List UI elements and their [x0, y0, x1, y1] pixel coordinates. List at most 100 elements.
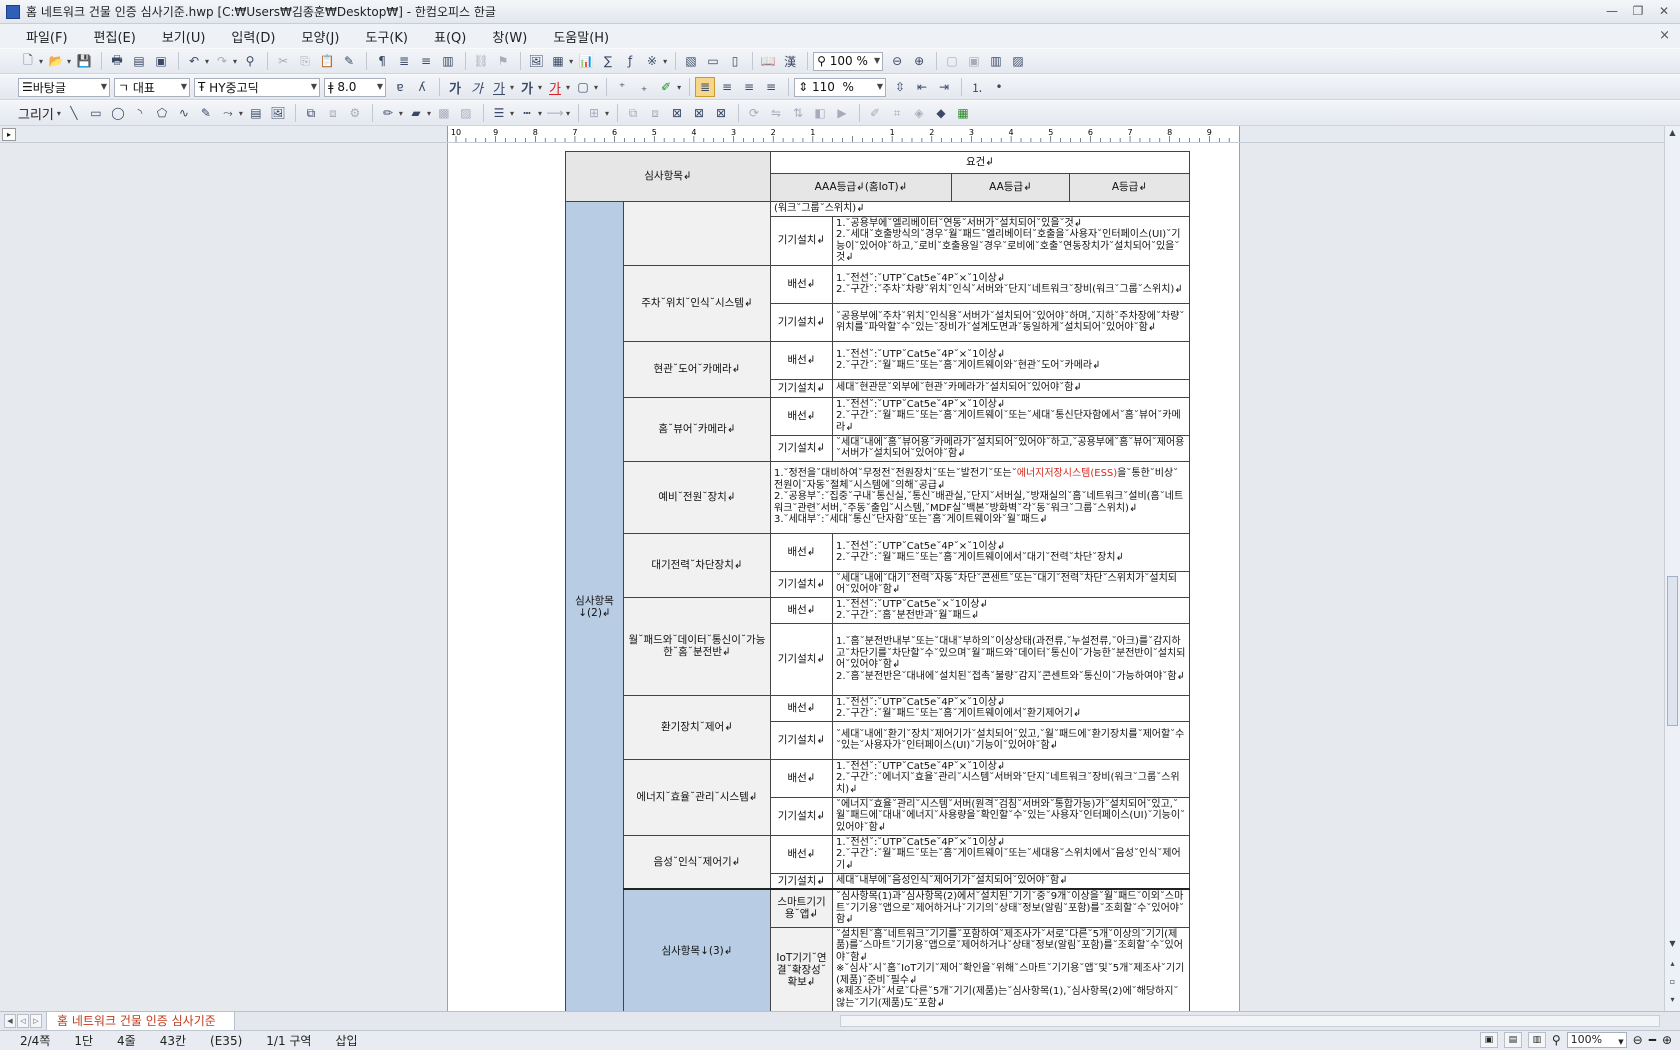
- rotate-icon[interactable]: ⟳: [744, 103, 764, 123]
- shape-style-icon[interactable]: ◈: [909, 103, 929, 123]
- ruler-toggle-icon[interactable]: ▸: [2, 128, 16, 141]
- ellipse-tool-icon[interactable]: ◯: [108, 103, 128, 123]
- tab-first-icon[interactable]: ◀: [4, 1014, 16, 1028]
- insert-equation-icon[interactable]: ∑: [598, 51, 618, 71]
- footnote-icon[interactable]: ▯: [725, 51, 745, 71]
- zoom-in-icon[interactable]: ⊕: [909, 51, 929, 71]
- line-tool-icon[interactable]: ╲: [64, 103, 84, 123]
- frame2-icon[interactable]: ⊠: [689, 103, 709, 123]
- play-icon[interactable]: ▶: [832, 103, 852, 123]
- zoom-out-icon[interactable]: ⊖: [887, 51, 907, 71]
- align-left-icon[interactable]: ≡: [717, 77, 737, 97]
- menu-help[interactable]: 도움말(H): [553, 27, 609, 46]
- arc-tool-icon[interactable]: ◝: [130, 103, 150, 123]
- char-border-icon[interactable]: ▢: [573, 77, 593, 97]
- tab-prev-icon[interactable]: ◁: [17, 1014, 29, 1028]
- menu-file[interactable]: 파일(F): [26, 27, 68, 46]
- pen-tool-icon[interactable]: ✎: [196, 103, 216, 123]
- send-back-icon[interactable]: ⧈: [645, 103, 665, 123]
- align-objects-icon[interactable]: ⊞: [584, 103, 604, 123]
- menu-insert[interactable]: 입력(D): [231, 27, 275, 46]
- prev-page-icon[interactable]: ▴: [1665, 957, 1680, 971]
- open-folder-icon[interactable]: 📂: [46, 51, 66, 71]
- object-gallery-icon[interactable]: ◆: [931, 103, 951, 123]
- full-page-icon[interactable]: ▢: [942, 51, 962, 71]
- find-icon[interactable]: ⚲: [240, 51, 260, 71]
- zoom-in-status-icon[interactable]: ⊕: [1662, 1033, 1672, 1047]
- dictionary-icon[interactable]: 📖: [758, 51, 778, 71]
- horizontal-ruler[interactable]: 1098765432112345678910: [447, 126, 1240, 142]
- font-size-decrease-icon[interactable]: ɐ: [390, 77, 410, 97]
- align-center-icon[interactable]: ≡: [739, 77, 759, 97]
- format-painter-icon[interactable]: ✎: [339, 51, 359, 71]
- menu-tools[interactable]: 도구(K): [365, 27, 408, 46]
- hyperlink-icon[interactable]: ⛓: [471, 51, 491, 71]
- justify-icon[interactable]: ≣: [695, 77, 716, 97]
- numbered-list-icon[interactable]: ⒈: [967, 77, 987, 97]
- paste-icon[interactable]: 📋: [317, 51, 337, 71]
- frame-icon[interactable]: ⊠: [667, 103, 687, 123]
- bring-front-icon[interactable]: ⧉: [623, 103, 643, 123]
- zoom-select[interactable]: ⚲ 100 % ▼: [813, 51, 884, 71]
- menu-view[interactable]: 보기(U): [162, 27, 206, 46]
- pdf-save-icon[interactable]: ▣: [151, 51, 171, 71]
- tab-next-icon[interactable]: ▷: [30, 1014, 42, 1028]
- edit-points-icon[interactable]: ✐: [865, 103, 885, 123]
- picture-tool-icon[interactable]: 🖼: [268, 103, 288, 123]
- insert-picture-icon[interactable]: 🖼: [526, 51, 546, 71]
- rectangle-tool-icon[interactable]: ▭: [86, 103, 106, 123]
- draw-menu[interactable]: 그리기: [18, 104, 54, 123]
- superscript-icon[interactable]: ⁺: [612, 77, 632, 97]
- copy-icon[interactable]: ⎘: [295, 51, 315, 71]
- page-layout-icon[interactable]: ▧: [681, 51, 701, 71]
- flip-v-icon[interactable]: ⇅: [788, 103, 808, 123]
- connector-tool-icon[interactable]: ⤳: [218, 103, 238, 123]
- arrow-style-icon[interactable]: ⟶: [545, 103, 565, 123]
- page-width-icon[interactable]: ▥: [986, 51, 1006, 71]
- polygon-tool-icon[interactable]: ⬠: [152, 103, 172, 123]
- zoom-out-status-icon[interactable]: ⊖: [1633, 1033, 1643, 1047]
- zoom-slider-icon[interactable]: ━: [1649, 1033, 1656, 1047]
- page-icon[interactable]: ▫: [1665, 975, 1680, 989]
- strikethrough-button[interactable]: 가: [517, 77, 537, 97]
- redo-icon[interactable]: ↷: [212, 51, 232, 71]
- document-close-icon[interactable]: ×: [1659, 28, 1670, 43]
- insert-table-icon[interactable]: ▦: [548, 51, 568, 71]
- menu-format[interactable]: 모양(J): [302, 27, 340, 46]
- crop-icon[interactable]: ⌗: [887, 103, 907, 123]
- font-size-increase-icon[interactable]: ʎ: [412, 77, 432, 97]
- maximize-button[interactable]: ❐: [1630, 3, 1646, 19]
- outline-view-icon[interactable]: ▤: [1503, 1032, 1522, 1048]
- curve-tool-icon[interactable]: ∿: [174, 103, 194, 123]
- object-props-icon[interactable]: ⚙: [345, 103, 365, 123]
- font-size-select[interactable]: ǂ 8.0 ▼: [324, 77, 386, 97]
- textbox-tool-icon[interactable]: ▤: [246, 103, 266, 123]
- document-tab[interactable]: 홈 네트워크 건물 인증 심사기준: [46, 1012, 235, 1031]
- underline-button[interactable]: 가: [489, 77, 509, 97]
- multi-column-icon[interactable]: ▥: [438, 51, 458, 71]
- ungroup-icon[interactable]: ⧈: [323, 103, 343, 123]
- header-footer-icon[interactable]: ▭: [703, 51, 723, 71]
- flip-h-icon[interactable]: ⇋: [766, 103, 786, 123]
- mirror-icon[interactable]: ◧: [810, 103, 830, 123]
- italic-button[interactable]: 가: [467, 77, 487, 97]
- menu-table[interactable]: 표(Q): [434, 27, 466, 46]
- print-icon[interactable]: 🖶: [107, 51, 127, 71]
- line-spacing-select[interactable]: ⇕ 110 % ▼: [794, 77, 887, 97]
- save-icon[interactable]: 💾: [74, 51, 94, 71]
- page-view-icon[interactable]: ▥: [1527, 1032, 1546, 1048]
- style-select[interactable]: ☰ 바탕글 ▼: [18, 77, 110, 97]
- bold-button[interactable]: 가: [445, 77, 465, 97]
- fill-color-icon[interactable]: ▰: [406, 103, 426, 123]
- minimize-button[interactable]: —: [1604, 3, 1620, 19]
- style-icon[interactable]: ¶: [372, 51, 392, 71]
- new-document-icon[interactable]: 🗋: [18, 51, 38, 71]
- next-page-icon[interactable]: ▾: [1665, 993, 1680, 1007]
- line-thickness-icon[interactable]: ☰: [489, 103, 509, 123]
- bullet-list-icon[interactable]: •: [989, 77, 1009, 97]
- 3d-icon[interactable]: ▨: [456, 103, 476, 123]
- indent-increase-icon[interactable]: ⇥: [934, 77, 954, 97]
- document-page[interactable]: 심사항목↲ 요건↲ AAA등급↲(홈IoT)↲ AA등급↲ A등급↲ 심사항목↓…: [447, 143, 1240, 1011]
- status-zoom-select[interactable]: 100% ▼: [1566, 1032, 1627, 1048]
- cut-icon[interactable]: ✂: [273, 51, 293, 71]
